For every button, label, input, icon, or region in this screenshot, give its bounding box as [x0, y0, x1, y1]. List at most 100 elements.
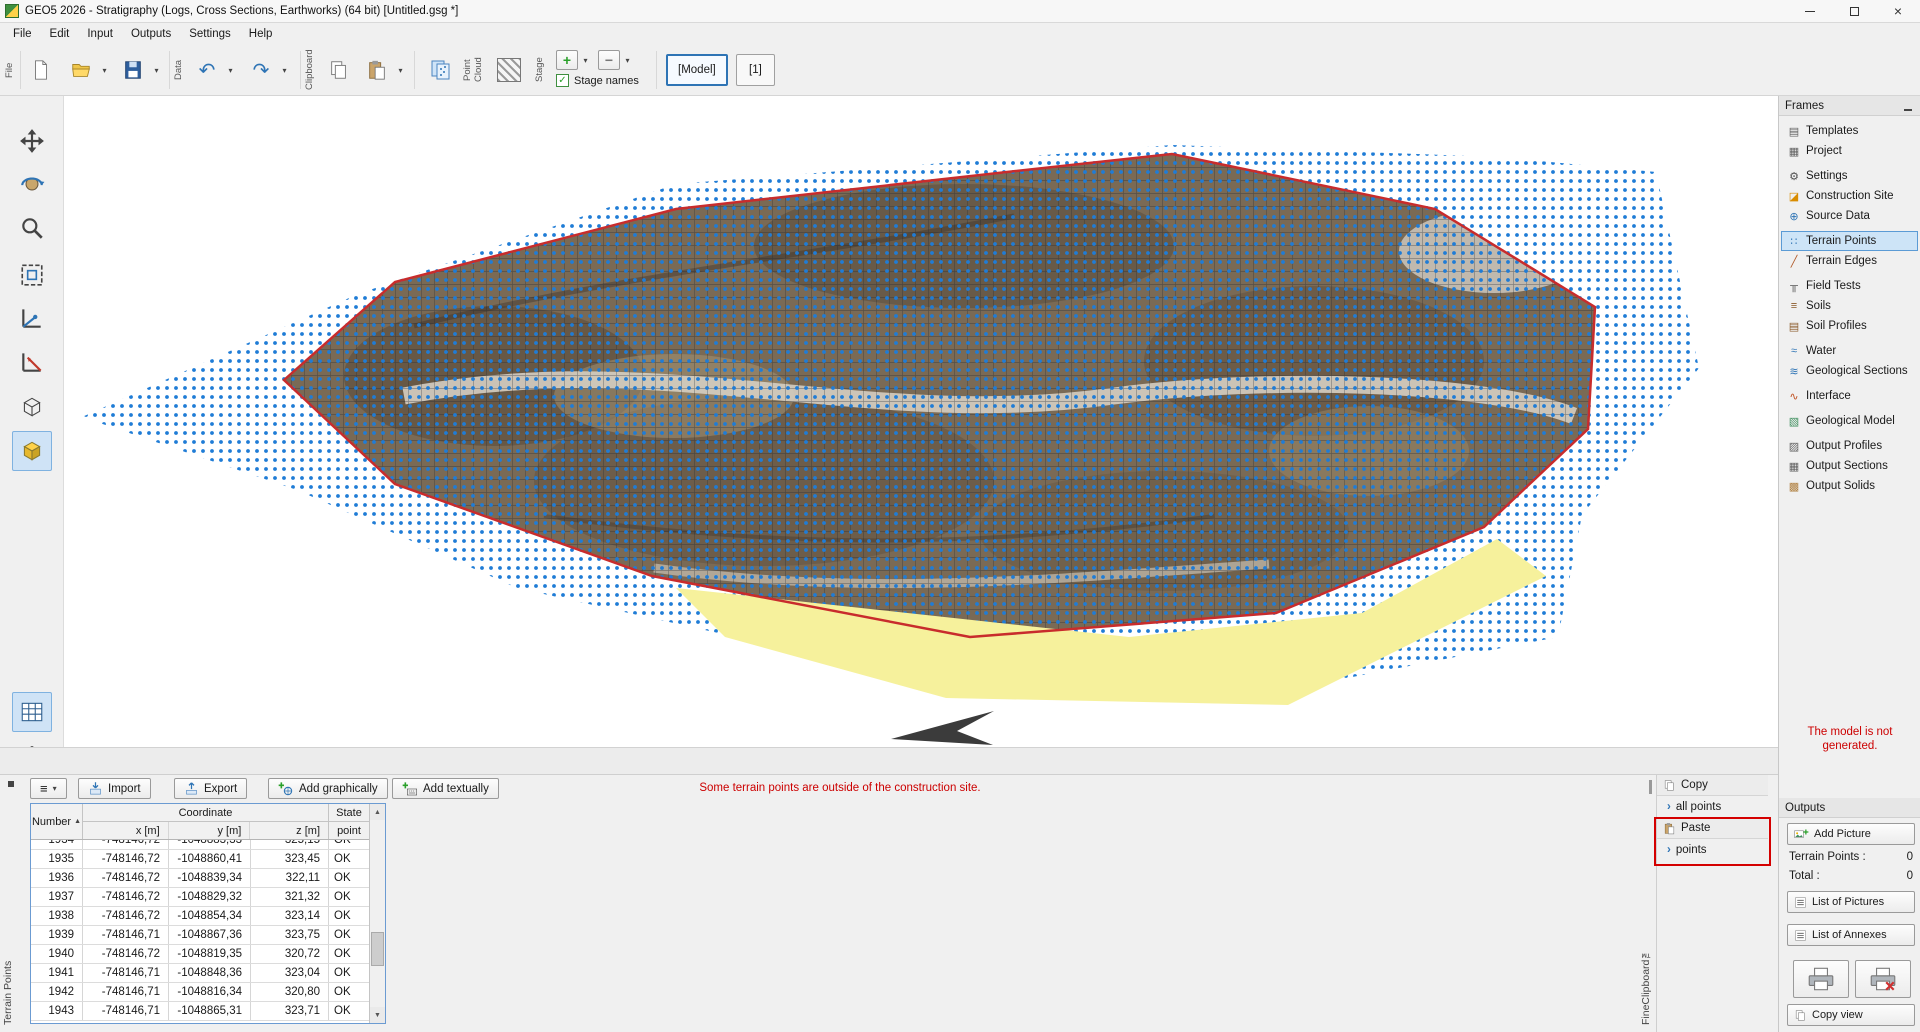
coordinate-header[interactable]: Coordinate — [83, 804, 328, 822]
menu-item-outputs[interactable]: Outputs — [122, 25, 180, 43]
stage-names-toggle[interactable]: ✓ Stage names — [556, 74, 639, 87]
scroll-down-icon[interactable]: ▼ — [370, 1007, 385, 1023]
frame-item-field-tests[interactable]: ╥Field Tests — [1781, 276, 1918, 296]
menu-item-file[interactable]: File — [4, 25, 41, 43]
axonometry-tool-button[interactable] — [12, 298, 52, 338]
frame-item-geological-model[interactable]: ▧Geological Model — [1781, 411, 1918, 431]
new-file-button[interactable] — [24, 53, 58, 87]
frame-item-output-profiles[interactable]: ▨Output Profiles — [1781, 436, 1918, 456]
print-preview-button[interactable] — [1855, 960, 1911, 998]
minimize-button[interactable] — [1788, 0, 1832, 22]
state-header[interactable]: State — [329, 804, 369, 822]
table-row[interactable]: 1934-748146,72-1048883,33325,15OK — [31, 840, 369, 850]
frame-item-output-sections[interactable]: ▦Output Sections — [1781, 456, 1918, 476]
open-file-dropdown[interactable]: ▾ — [98, 53, 111, 87]
z-header[interactable]: z [m] — [250, 822, 328, 839]
frame-item-geological-sections[interactable]: ≋Geological Sections — [1781, 361, 1918, 381]
table-body[interactable]: 1934-748146,72-1048883,33325,15OK1935-74… — [31, 840, 369, 1023]
frame-item-interface[interactable]: ∿Interface — [1781, 386, 1918, 406]
frame-item-terrain-points[interactable]: ∷Terrain Points — [1781, 231, 1918, 251]
stage-hatch-button[interactable] — [492, 53, 526, 87]
table-row[interactable]: 1937-748146,72-1048829,32321,32OK — [31, 888, 369, 907]
menu-item-help[interactable]: Help — [240, 25, 282, 43]
redo-button[interactable]: ↷ — [244, 53, 278, 87]
fit-screen-tool-button[interactable] — [12, 255, 52, 295]
undo-dropdown[interactable]: ▾ — [224, 53, 237, 87]
x-header[interactable]: x [m] — [83, 822, 169, 839]
frame-item-soil-profiles[interactable]: ▤Soil Profiles — [1781, 316, 1918, 336]
axes-tool-button[interactable] — [12, 342, 52, 382]
save-file-button[interactable] — [116, 53, 150, 87]
print-button[interactable] — [1793, 960, 1849, 998]
add-stage-dropdown[interactable]: ▾ — [579, 50, 592, 70]
terrain-3d-view[interactable] — [64, 96, 1778, 747]
frame-item-water[interactable]: ≈Water — [1781, 341, 1918, 361]
table-view-menu-button[interactable]: ≡ ▾ — [30, 778, 67, 799]
table-row[interactable]: 1935-748146,72-1048860,41323,45OK — [31, 850, 369, 869]
import-button[interactable]: Import — [78, 778, 151, 799]
copy-button[interactable] — [322, 53, 356, 87]
point-cloud-button[interactable] — [424, 53, 458, 87]
panel-splitter-handle[interactable] — [1649, 780, 1652, 794]
stage-1-button[interactable]: [1] — [736, 54, 775, 86]
menu-item-input[interactable]: Input — [78, 25, 122, 43]
frame-item-project[interactable]: ▦Project — [1781, 141, 1918, 161]
frames-minimize-button[interactable] — [1904, 101, 1914, 111]
frame-item-soils[interactable]: ≡Soils — [1781, 296, 1918, 316]
list-of-annexes-button[interactable]: List of Annexes — [1787, 924, 1915, 946]
orbit-tool-button[interactable] — [12, 164, 52, 204]
copy-view-button[interactable]: Copy view — [1787, 1004, 1915, 1026]
solid-view-tool-button[interactable] — [12, 431, 52, 471]
paste-points-item[interactable]: › points — [1657, 839, 1768, 861]
redo-dropdown[interactable]: ▾ — [278, 53, 291, 87]
move-tool-button[interactable] — [12, 121, 52, 161]
table-row[interactable]: 1943-748146,71-1048865,31323,71OK — [31, 1002, 369, 1021]
paste-button[interactable] — [360, 53, 394, 87]
add-graphically-button[interactable]: Add graphically — [268, 778, 388, 799]
frame-item-source-data[interactable]: ⊕Source Data — [1781, 206, 1918, 226]
zoom-tool-button[interactable] — [12, 208, 52, 248]
paste-button-panel[interactable]: Paste — [1657, 818, 1768, 839]
add-textually-button[interactable]: Add textually — [392, 778, 499, 799]
horizontal-splitter[interactable] — [0, 747, 1778, 775]
table-row[interactable]: 1939-748146,71-1048867,36323,75OK — [31, 926, 369, 945]
close-button[interactable]: × — [1876, 0, 1920, 22]
viewport-3d[interactable] — [64, 96, 1778, 747]
menu-item-settings[interactable]: Settings — [180, 25, 240, 43]
table-row[interactable]: 1936-748146,72-1048839,34322,11OK — [31, 869, 369, 888]
save-file-dropdown[interactable]: ▾ — [150, 53, 163, 87]
frame-item-templates[interactable]: ▤Templates — [1781, 121, 1918, 141]
remove-stage-button[interactable]: − — [598, 50, 620, 70]
table-row[interactable]: 1941-748146,71-1048848,36323,04OK — [31, 964, 369, 983]
copy-button-panel[interactable]: Copy — [1657, 775, 1768, 796]
frame-item-terrain-edges[interactable]: ╱Terrain Edges — [1781, 251, 1918, 271]
maximize-button[interactable] — [1832, 0, 1876, 22]
menu-item-edit[interactable]: Edit — [41, 25, 79, 43]
paste-dropdown[interactable]: ▾ — [394, 53, 407, 87]
export-button[interactable]: Export — [174, 778, 247, 799]
number-header[interactable]: Number — [32, 816, 71, 828]
copy-all-points-item[interactable]: › all points — [1657, 796, 1768, 818]
open-file-button[interactable] — [64, 53, 98, 87]
table-scrollbar[interactable]: ▲ ▼ — [369, 804, 385, 1023]
y-header[interactable]: y [m] — [169, 822, 251, 839]
table-row[interactable]: 1940-748146,72-1048819,35320,72OK — [31, 945, 369, 964]
frame-item-settings[interactable]: ⚙Settings — [1781, 166, 1918, 186]
list-of-annexes-label: List of Annexes — [1812, 929, 1887, 941]
scroll-up-icon[interactable]: ▲ — [370, 804, 385, 820]
undo-button[interactable]: ↶ — [190, 53, 224, 87]
terrain-points-table[interactable]: Number ▲ Coordinate x [m] y [m] z [m] St… — [30, 803, 386, 1024]
scrollbar-thumb[interactable] — [371, 932, 384, 966]
table-row[interactable]: 1938-748146,72-1048854,34323,14OK — [31, 907, 369, 926]
stage-names-checkbox[interactable]: ✓ — [556, 74, 569, 87]
add-picture-button[interactable]: Add Picture — [1787, 823, 1915, 845]
remove-stage-dropdown[interactable]: ▾ — [621, 50, 634, 70]
model-stage-button[interactable]: [Model] — [666, 54, 728, 86]
table-view-tool-button[interactable] — [12, 692, 52, 732]
frame-item-output-solids[interactable]: ▩Output Solids — [1781, 476, 1918, 496]
add-stage-button[interactable]: + — [556, 50, 578, 70]
list-of-pictures-button[interactable]: List of Pictures — [1787, 891, 1915, 913]
frame-item-construction-site[interactable]: ◪Construction Site — [1781, 186, 1918, 206]
table-row[interactable]: 1942-748146,71-1048816,34320,80OK — [31, 983, 369, 1002]
wireframe-view-tool-button[interactable] — [12, 387, 52, 427]
